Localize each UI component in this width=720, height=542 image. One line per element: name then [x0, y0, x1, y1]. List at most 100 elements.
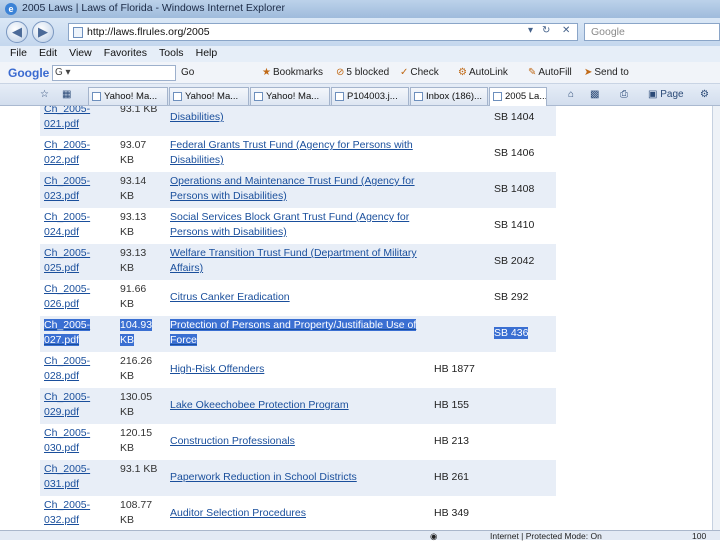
table-row: Ch_2005- 030.pdf 120.15 KB Construction Prof…	[40, 424, 556, 460]
file-link-line: 022.pdf	[44, 154, 80, 166]
law-title-link[interactable]: Welfare Transition Trust Fund (Departmen…	[170, 246, 432, 276]
law-title-link-line: Federal Grants Trust Fund (Agency for Pe…	[170, 139, 413, 151]
back-button[interactable]: ◀	[6, 21, 28, 43]
search-input[interactable]: Google	[584, 23, 720, 41]
file-link-line: Ch_2005-	[44, 139, 91, 151]
refresh-icon[interactable]: ↻	[542, 25, 550, 36]
file-link[interactable]: Ch_2005- 022.pdf	[44, 138, 116, 168]
address-bar[interactable]: http://laws.flrules.org/2005	[68, 23, 578, 41]
file-size-line: KB	[120, 226, 135, 238]
file-size-line: KB	[120, 190, 135, 202]
file-link[interactable]: Ch_2005- 030.pdf	[44, 426, 116, 456]
check-button[interactable]: ✓ Check	[400, 67, 439, 78]
go-button[interactable]: Go	[181, 67, 194, 78]
file-size-line: KB	[120, 154, 135, 166]
bookmarks-button[interactable]: ★ Bookmarks	[262, 67, 323, 78]
file-link[interactable]: Ch_2005- 024.pdf	[44, 210, 116, 240]
menu-favorites[interactable]: Favorites	[104, 47, 147, 59]
forward-button[interactable]: ▶	[32, 21, 54, 43]
file-link-line: Ch_2005-	[44, 211, 91, 223]
favorites-star-icon[interactable]: ☆	[40, 89, 49, 100]
menu-view[interactable]: View	[69, 47, 92, 59]
window-title: 2005 Laws | Laws of Florida - Windows In…	[22, 2, 286, 14]
file-link-line: 024.pdf	[44, 226, 80, 238]
file-link-line: 030.pdf	[44, 442, 80, 454]
file-link[interactable]: Ch_2005- 021.pdf	[44, 106, 116, 132]
file-link[interactable]: Ch_2005- 023.pdf	[44, 174, 116, 204]
dropdown-arrow-icon[interactable]: ▾	[528, 25, 533, 36]
file-link[interactable]: Ch_2005- 028.pdf	[44, 354, 116, 384]
file-link-line: 032.pdf	[44, 514, 80, 526]
table-row: Ch_2005- 031.pdf 93.1 KB Paperwork Reductio…	[40, 460, 556, 496]
law-title-link[interactable]: High-Risk Offenders	[170, 362, 432, 377]
file-link[interactable]: Ch_2005- 029.pdf	[44, 390, 116, 420]
tab-2005-laws[interactable]: 2005 La...	[489, 87, 547, 106]
bill-number-text: SB 1410	[494, 219, 535, 231]
law-title-link[interactable]: Federal Grants Trust Fund (Agency for Pe…	[170, 138, 432, 168]
law-title-link-line: Force	[170, 334, 197, 346]
tools-menu[interactable]: ⚙	[700, 89, 709, 100]
popup-blocker-button[interactable]: ⊘ 5 blocked	[336, 67, 389, 78]
stop-icon[interactable]: ✕	[562, 25, 570, 36]
file-size-line: KB	[120, 298, 135, 310]
print-icon[interactable]: ⎙	[620, 89, 628, 100]
tab-yahoo-mail-1[interactable]: Yahoo! Ma...	[88, 87, 168, 105]
autolink-button[interactable]: ⚙ AutoLink	[458, 67, 508, 78]
law-title-link[interactable]: Construction Professionals	[170, 434, 432, 449]
file-link-line: Ch_2005-	[44, 175, 91, 187]
file-link[interactable]: Ch_2005- 025.pdf	[44, 246, 116, 276]
menu-edit[interactable]: Edit	[39, 47, 57, 59]
file-size-line: 104.93	[120, 319, 153, 331]
menu-file[interactable]: File	[10, 47, 27, 59]
page-menu[interactable]: ▣ Page	[648, 89, 684, 100]
table-row: Ch_2005- 029.pdf 130.05 KB Lake Okeechobee P…	[40, 388, 556, 424]
bill-number-text: SB 292	[494, 291, 529, 303]
menu-help[interactable]: Help	[196, 47, 218, 59]
table-row: Ch_2005- 028.pdf 216.26 KB High-Risk Offende…	[40, 352, 556, 388]
window-title-bar: e 2005 Laws | Laws of Florida - Windows …	[0, 0, 720, 18]
quick-tabs-icon[interactable]: ▦	[62, 89, 71, 100]
send-to-label: Send to	[594, 67, 629, 78]
law-title-link-line: Social Services Block Grant Trust Fund (…	[170, 211, 410, 223]
google-toolbar: Google G ▾ Go ★ Bookmarks ⊘ 5 blocked ✓ Che…	[0, 62, 720, 84]
law-title-link[interactable]: Citrus Canker Eradication	[170, 290, 432, 305]
law-title-link[interactable]: Operations and Maintenance Trust Fund (A…	[170, 174, 432, 204]
tab-bar: ☆ ▦ Yahoo! Ma... Yahoo! Ma... Yahoo! Ma.…	[0, 84, 720, 106]
feeds-icon[interactable]: ▩	[590, 89, 599, 100]
tab-yahoo-mail-2[interactable]: Yahoo! Ma...	[169, 87, 249, 105]
bill-number-text: SB 1404	[494, 111, 535, 123]
tab-label: Yahoo! Ma...	[185, 91, 239, 102]
autofill-button[interactable]: ✎ AutoFill	[528, 67, 572, 78]
google-search-input[interactable]: G ▾	[52, 65, 176, 81]
file-link[interactable]: Ch_2005- 031.pdf	[44, 462, 116, 492]
file-size-line: 130.05	[120, 391, 153, 403]
address-url: http://laws.flrules.org/2005	[87, 26, 210, 38]
law-title-link[interactable]: Paperwork Reduction in School Districts	[170, 470, 432, 485]
law-title-link[interactable]: Auditor Selection Procedures	[170, 506, 432, 521]
bill-number: SB 2042	[494, 254, 554, 269]
tab-image[interactable]: P104003.j...	[331, 87, 409, 105]
file-link[interactable]: Ch_2005- 032.pdf	[44, 498, 116, 528]
law-title-link[interactable]: Disabilities)	[170, 110, 432, 125]
file-size: 108.77 KB	[120, 498, 164, 528]
send-to-button[interactable]: ➤ Send to	[584, 67, 629, 78]
table-row: Ch_2005- 021.pdf 93.1 KB Disabilities) SB 14…	[40, 106, 556, 136]
tab-label: P104003.j...	[347, 91, 398, 102]
menu-tools[interactable]: Tools	[159, 47, 184, 59]
law-title-link[interactable]: Protection of Persons and Property/Justi…	[170, 318, 432, 348]
file-size: 130.05 KB	[120, 390, 164, 420]
tab-inbox[interactable]: Inbox (186)...	[410, 87, 488, 105]
tab-page-icon	[335, 92, 344, 101]
spellcheck-icon: ✓	[400, 67, 409, 78]
file-link[interactable]: Ch_2005- 027.pdf	[44, 318, 116, 348]
law-title-link-line: Lake Okeechobee Protection Program	[170, 399, 349, 411]
tab-yahoo-mail-3[interactable]: Yahoo! Ma...	[250, 87, 330, 105]
file-link[interactable]: Ch_2005- 026.pdf	[44, 282, 116, 312]
globe-icon: ◉	[430, 531, 438, 541]
vertical-scrollbar[interactable]	[712, 106, 720, 530]
table-row: Ch_2005- 026.pdf 91.66 KB Citrus Canker Erad…	[40, 280, 556, 316]
law-title-link[interactable]: Social Services Block Grant Trust Fund (…	[170, 210, 432, 240]
law-title-link[interactable]: Lake Okeechobee Protection Program	[170, 398, 432, 413]
bill-number: HB 261	[434, 470, 494, 485]
home-icon[interactable]: ⌂	[568, 89, 574, 100]
